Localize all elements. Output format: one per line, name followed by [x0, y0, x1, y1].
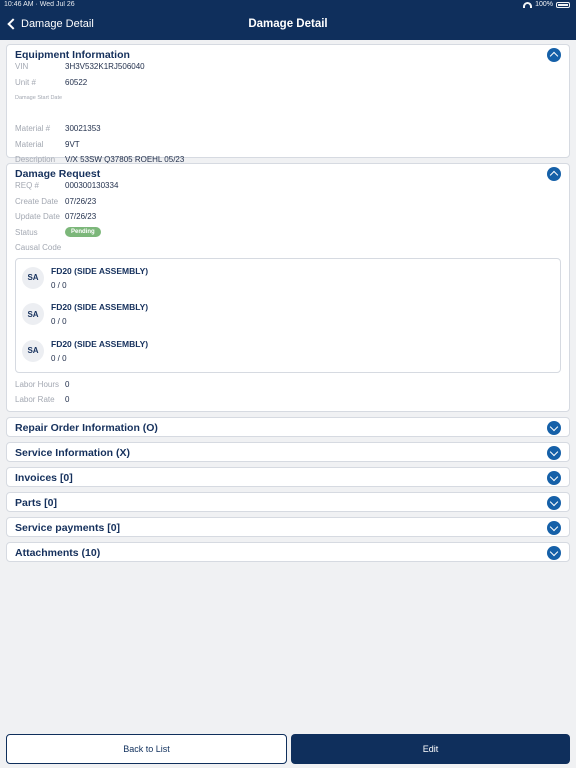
causal-item-count: 0 / 0 — [51, 353, 67, 363]
causal-item-text: FD20 (SIDE ASSEMBLY) 0 / 0 — [51, 266, 148, 290]
unit-label: Unit # — [15, 77, 36, 87]
repair-order-title: Repair Order Information (O) — [15, 421, 158, 434]
create-date-label: Create Date — [15, 196, 59, 206]
chevron-down-icon[interactable] — [547, 521, 561, 535]
nav-bar: 10:46 AM · Wed Jul 26 100% Damage Detail… — [0, 0, 576, 40]
status-badge: Pending — [65, 227, 101, 238]
invoices-card[interactable]: Invoices [0] — [6, 467, 570, 487]
material-value: 9VT — [65, 139, 80, 149]
labor-rate-value: 0 — [65, 395, 70, 405]
service-payments-header[interactable]: Service payments [0] — [7, 518, 569, 537]
list-item[interactable]: SA FD20 (SIDE ASSEMBLY) 0 / 0 — [16, 259, 560, 296]
causal-item-text: FD20 (SIDE ASSEMBLY) 0 / 0 — [51, 339, 148, 363]
edit-button[interactable]: Edit — [291, 734, 570, 764]
parts-title: Parts [0] — [15, 496, 58, 509]
avatar: SA — [22, 266, 44, 289]
avatar: SA — [22, 303, 44, 325]
invoices-header[interactable]: Invoices [0] — [7, 468, 569, 487]
labor-hours-value: 0 — [65, 379, 70, 389]
list-item[interactable]: SA FD20 (SIDE ASSEMBLY) 0 / 0 — [16, 332, 560, 369]
labor-rate-row: Labor Rate 0 — [7, 392, 569, 408]
material-row: Material 9VT — [7, 137, 569, 153]
labor-hours-row: Labor Hours 0 — [7, 377, 569, 393]
damage-request-card: Damage Request REQ # 000300130334 Create… — [6, 163, 570, 412]
attachments-card[interactable]: Attachments (10) — [6, 542, 570, 562]
equipment-header[interactable]: Equipment Information — [7, 45, 569, 64]
repair-order-card[interactable]: Repair Order Information (O) — [6, 417, 570, 437]
material-num-label: Material # — [15, 124, 51, 134]
chevron-down-icon[interactable] — [547, 471, 561, 485]
equipment-title: Equipment Information — [15, 48, 130, 61]
damage-date-row: Damage Start Date — [7, 90, 569, 106]
chevron-down-icon[interactable] — [547, 421, 561, 435]
equipment-card: Equipment Information VIN 3H3V532K1RJ506… — [6, 44, 570, 164]
causal-item-count: 0 / 0 — [51, 280, 67, 290]
status-indicators: 100% — [523, 1, 570, 8]
unit-value: 60522 — [65, 77, 88, 87]
service-payments-card[interactable]: Service payments [0] — [6, 517, 570, 537]
parts-header[interactable]: Parts [0] — [7, 493, 569, 512]
back-to-list-button[interactable]: Back to List — [6, 734, 287, 764]
chevron-down-icon[interactable] — [547, 446, 561, 460]
update-date-row: Update Date 07/26/23 — [7, 209, 569, 225]
causal-code-list: SA FD20 (SIDE ASSEMBLY) 0 / 0 SA FD20 (S… — [15, 257, 561, 373]
damage-request-title: Damage Request — [15, 167, 101, 180]
material-label: Material — [15, 139, 44, 149]
update-date-value: 07/26/23 — [65, 212, 97, 222]
avatar: SA — [22, 339, 44, 362]
chevron-up-icon[interactable] — [547, 167, 561, 181]
causal-code-row: Causal Code — [7, 240, 569, 256]
material-num-value: 30021353 — [65, 124, 101, 134]
battery-icon — [556, 1, 570, 8]
repair-order-header[interactable]: Repair Order Information (O) — [7, 418, 569, 437]
parts-card[interactable]: Parts [0] — [6, 492, 570, 512]
chevron-down-icon[interactable] — [547, 546, 561, 560]
status-row: Status Pending — [7, 225, 569, 241]
footer-actions: Back to List Edit — [6, 734, 570, 764]
chevron-down-icon[interactable] — [547, 496, 561, 510]
labor-rate-label: Labor Rate — [15, 395, 55, 405]
status-label: Status — [15, 227, 38, 237]
causal-item-title: FD20 (SIDE ASSEMBLY) — [51, 338, 149, 349]
material-num-row: Material # 30021353 — [7, 121, 569, 137]
damage-request-header[interactable]: Damage Request — [7, 164, 569, 183]
service-information-card[interactable]: Service Information (X) — [6, 442, 570, 462]
causal-item-count: 0 / 0 — [51, 317, 67, 326]
damage-date-label: Damage Start Date — [15, 94, 63, 101]
battery-percent: 100% — [535, 1, 553, 8]
causal-code-label: Causal Code — [15, 243, 62, 253]
causal-item-title: FD20 (SIDE ASSEMBLY) — [51, 265, 149, 276]
page-title: Damage Detail — [248, 18, 328, 30]
update-date-label: Update Date — [15, 212, 60, 222]
service-information-header[interactable]: Service Information (X) — [7, 443, 569, 462]
service-payments-title: Service payments [0] — [15, 521, 121, 534]
service-information-title: Service Information (X) — [15, 446, 130, 459]
unit-row: Unit # 60522 — [7, 75, 569, 91]
list-item[interactable]: SA FD20 (SIDE ASSEMBLY) 0 / 0 — [16, 295, 560, 332]
spacer-row — [7, 106, 569, 122]
detail-content: Equipment Information VIN 3H3V532K1RJ506… — [6, 44, 570, 567]
causal-item-text: FD20 (SIDE ASSEMBLY) 0 / 0 — [51, 302, 148, 326]
create-date-value: 07/26/23 — [65, 196, 97, 206]
labor-hours-label: Labor Hours — [15, 379, 60, 389]
wifi-icon — [523, 1, 533, 8]
causal-item-title: FD20 (SIDE ASSEMBLY) — [51, 302, 149, 312]
chevron-up-icon[interactable] — [547, 48, 561, 62]
attachments-header[interactable]: Attachments (10) — [7, 543, 569, 562]
status-time: 10:46 AM · Wed Jul 26 — [4, 1, 75, 8]
create-date-row: Create Date 07/26/23 — [7, 194, 569, 210]
invoices-title: Invoices [0] — [15, 471, 73, 484]
attachments-title: Attachments (10) — [15, 546, 101, 559]
